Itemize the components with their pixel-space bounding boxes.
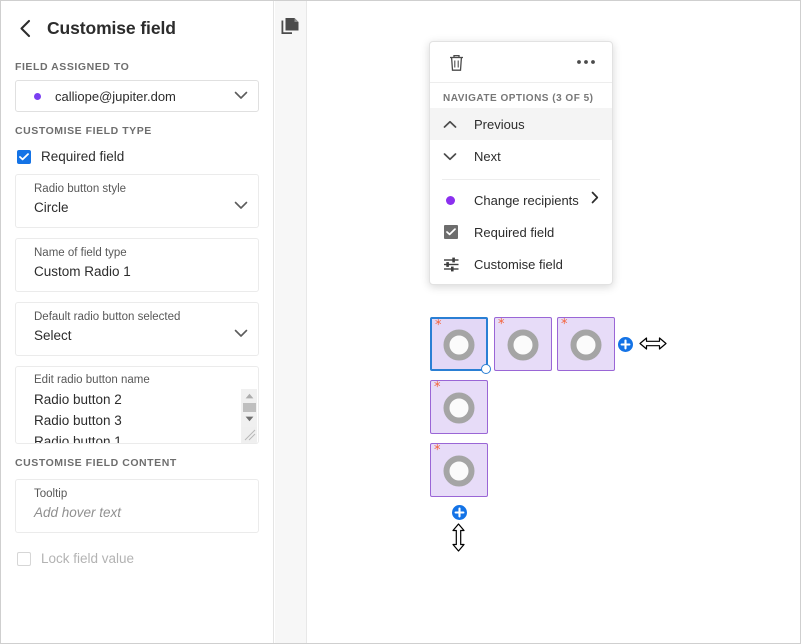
menu-item-customise-field-label: Customise field (474, 257, 563, 272)
menu-item-customise-field[interactable]: Customise field (430, 248, 612, 280)
radio-widget-4[interactable]: * (430, 380, 488, 434)
radio-circle-icon (444, 393, 475, 424)
navigate-options-label: NAVIGATE OPTIONS (3 OF 5) (430, 83, 612, 108)
chevron-down-icon (443, 152, 469, 161)
radio-widget-1[interactable]: * (430, 317, 488, 371)
menu-item-change-recipients-label: Change recipients (474, 193, 579, 208)
required-field-checkbox-row[interactable]: Required field (17, 149, 273, 164)
vertical-resize-cursor-icon (450, 523, 467, 557)
list-item[interactable]: Radio button 2 (34, 389, 258, 410)
required-asterisk: * (561, 318, 568, 331)
customise-field-type-label: CUSTOMISE FIELD TYPE (1, 125, 273, 137)
page-title: Customise field (47, 18, 176, 39)
radio-circle-icon (444, 330, 475, 361)
checkbox-unchecked-icon[interactable] (17, 552, 31, 566)
customise-field-content-label: CUSTOMISE FIELD CONTENT (1, 457, 273, 469)
trash-icon[interactable] (448, 53, 465, 72)
radio-widget-5[interactable]: * (430, 443, 488, 497)
radio-circle-icon (508, 330, 539, 361)
horizontal-resize-cursor-icon (639, 335, 667, 357)
radio-button-style-label: Radio button style (34, 183, 246, 195)
checkbox-checked-icon[interactable] (17, 150, 31, 164)
chevron-down-icon (234, 87, 248, 105)
default-radio-button-label: Default radio button selected (34, 311, 246, 323)
back-button[interactable] (15, 18, 35, 38)
plus-icon (620, 339, 631, 350)
scroll-up-arrow-icon[interactable] (241, 389, 257, 403)
lock-field-value-row[interactable]: Lock field value (17, 551, 273, 566)
list-item[interactable]: Radio button 3 (34, 410, 258, 431)
left-tool-strip (275, 1, 307, 643)
radio-widget-2[interactable]: * (494, 317, 552, 371)
field-context-menu: NAVIGATE OPTIONS (3 OF 5) Previous Next (429, 41, 613, 285)
menu-divider (442, 179, 600, 180)
tooltip-field[interactable]: Tooltip Add hover text (15, 479, 259, 533)
required-asterisk: * (498, 318, 505, 331)
tooltip-label: Tooltip (34, 488, 246, 500)
default-radio-button-field[interactable]: Default radio button selected Select (15, 302, 259, 356)
resize-handle[interactable] (481, 364, 491, 374)
chevron-right-icon (591, 191, 599, 209)
list-item[interactable]: Radio button 1 (34, 431, 258, 444)
recipient-color-dot (34, 93, 41, 100)
radio-circle-icon (444, 456, 475, 487)
lock-field-value-label: Lock field value (41, 551, 134, 566)
assignee-value: calliope@jupiter.dom (55, 89, 176, 104)
menu-item-previous[interactable]: Previous (430, 108, 612, 140)
tooltip-input[interactable]: Add hover text (34, 505, 246, 520)
context-menu-toolbar (430, 42, 612, 83)
edit-radio-button-name-label: Edit radio button name (16, 367, 258, 386)
name-of-field-type-value: Custom Radio 1 (34, 264, 246, 279)
menu-item-change-recipients[interactable]: Change recipients (430, 184, 612, 216)
field-assigned-to-label: FIELD ASSIGNED TO (1, 61, 273, 73)
assignee-dropdown[interactable]: calliope@jupiter.dom (15, 80, 259, 112)
required-asterisk: * (434, 444, 441, 457)
recipient-dot-icon (443, 196, 469, 205)
chevron-up-icon (443, 120, 469, 129)
customise-field-panel: Customise field FIELD ASSIGNED TO callio… (1, 1, 274, 643)
resize-grip-icon[interactable] (242, 427, 257, 442)
name-of-field-type-field[interactable]: Name of field type Custom Radio 1 (15, 238, 259, 292)
chevron-down-icon[interactable] (234, 197, 248, 215)
radio-button-name-list[interactable]: Radio button 2 Radio button 3 Radio butt… (16, 386, 258, 444)
radio-button-style-field[interactable]: Radio button style Circle (15, 174, 259, 228)
scroll-down-arrow-icon[interactable] (241, 412, 257, 426)
radio-button-style-value: Circle (34, 200, 246, 215)
menu-item-next-label: Next (474, 149, 501, 164)
checkbox-checked-icon[interactable] (443, 225, 469, 239)
more-options-icon[interactable] (576, 59, 596, 65)
menu-item-previous-label: Previous (474, 117, 525, 132)
scrollbar-thumb[interactable] (243, 403, 256, 412)
edit-radio-button-name-field[interactable]: Edit radio button name Radio button 2 Ra… (15, 366, 259, 444)
panel-header: Customise field (1, 1, 273, 45)
chevron-down-icon[interactable] (234, 325, 248, 343)
add-option-right-button[interactable] (618, 337, 633, 352)
required-asterisk: * (434, 381, 441, 394)
name-of-field-type-label: Name of field type (34, 247, 246, 259)
required-asterisk: * (435, 319, 442, 332)
sliders-settings-icon (443, 257, 469, 272)
document-canvas: NAVIGATE OPTIONS (3 OF 5) Previous Next (308, 1, 800, 643)
menu-item-next[interactable]: Next (430, 140, 612, 172)
add-option-below-button[interactable] (452, 505, 467, 520)
radio-circle-icon (571, 330, 602, 361)
chevron-left-icon (19, 19, 32, 38)
required-field-label: Required field (41, 149, 124, 164)
duplicate-pages-icon[interactable] (279, 15, 303, 39)
radio-widget-3[interactable]: * (557, 317, 615, 371)
plus-icon (454, 507, 465, 518)
menu-item-required-field-label: Required field (474, 225, 554, 240)
menu-item-required-field[interactable]: Required field (430, 216, 612, 248)
default-radio-button-value: Select (34, 328, 246, 343)
customise-field-screen: Customise field FIELD ASSIGNED TO callio… (0, 0, 801, 644)
